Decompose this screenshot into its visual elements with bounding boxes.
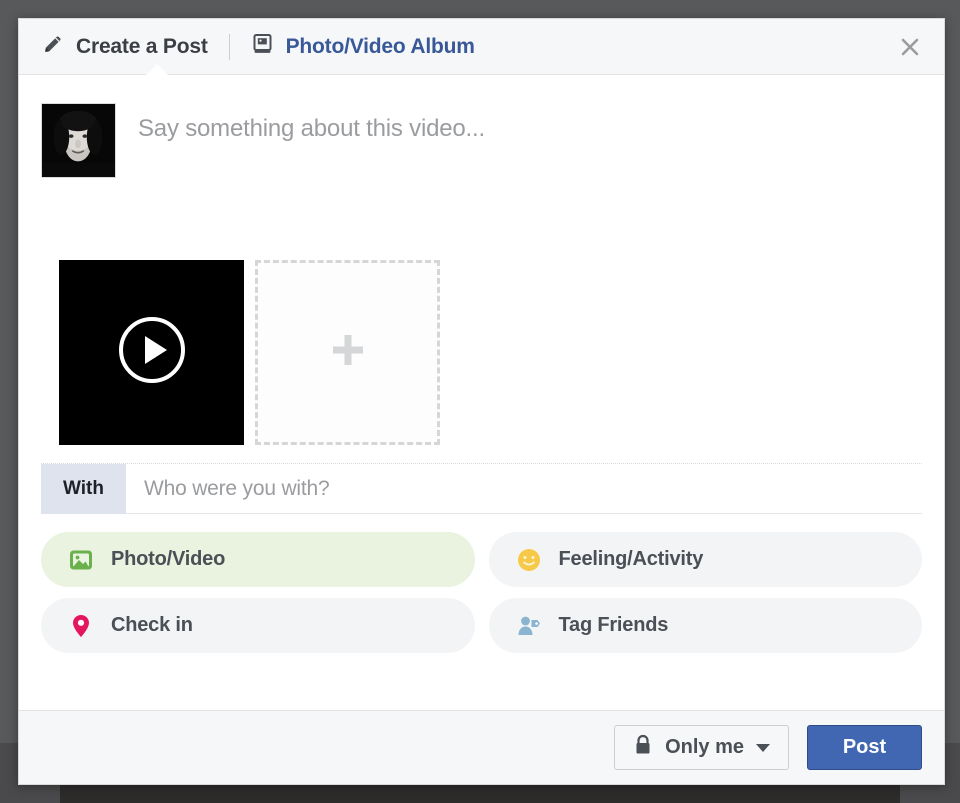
- photo-video-label: Photo/Video: [111, 548, 225, 571]
- dialog-body: Say something about this video...: [19, 75, 944, 710]
- album-icon: [251, 32, 275, 61]
- media-thumbnails-row: [41, 260, 922, 445]
- tag-friends-icon: [515, 612, 543, 640]
- feeling-activity-button[interactable]: Feeling/Activity: [489, 532, 923, 587]
- post-text-input[interactable]: Say something about this video...: [116, 103, 922, 178]
- tag-friends-button[interactable]: Tag Friends: [489, 598, 923, 653]
- close-icon[interactable]: [890, 27, 930, 67]
- tab-create-a-post[interactable]: Create a Post: [41, 19, 208, 74]
- photo-video-button[interactable]: Photo/Video: [41, 532, 475, 587]
- chevron-down-icon: [756, 744, 770, 752]
- tab-photo-video-album-label: Photo/Video Album: [286, 35, 475, 59]
- add-media-tile[interactable]: [255, 260, 440, 445]
- tab-create-a-post-label: Create a Post: [76, 35, 208, 59]
- with-row: With Who were you with?: [41, 463, 922, 514]
- post-button[interactable]: Post: [807, 725, 922, 770]
- composer-row: Say something about this video...: [41, 75, 922, 178]
- with-label: With: [41, 464, 126, 514]
- check-in-label: Check in: [111, 614, 193, 637]
- dialog-header: Create a Post Photo/Video Album: [19, 19, 944, 75]
- avatar: [41, 103, 116, 178]
- video-thumbnail[interactable]: [59, 260, 244, 445]
- tag-friends-label: Tag Friends: [559, 614, 669, 637]
- dialog-footer: Only me Post: [19, 710, 944, 784]
- privacy-label: Only me: [665, 736, 744, 759]
- location-pin-icon: [67, 612, 95, 640]
- pencil-icon: [41, 32, 65, 61]
- lock-icon: [633, 734, 653, 761]
- feeling-activity-icon: [515, 546, 543, 574]
- header-divider: [229, 34, 230, 60]
- check-in-button[interactable]: Check in: [41, 598, 475, 653]
- feeling-activity-label: Feeling/Activity: [559, 548, 704, 571]
- post-text-placeholder: Say something about this video...: [138, 115, 485, 142]
- photo-video-icon: [67, 546, 95, 574]
- with-input-placeholder: Who were you with?: [144, 477, 329, 501]
- action-buttons-grid: Photo/Video Feeling/Activity: [41, 532, 922, 675]
- with-input[interactable]: Who were you with?: [126, 464, 922, 514]
- active-tab-indicator: [146, 64, 168, 75]
- plus-icon: [323, 325, 373, 380]
- create-post-dialog: Create a Post Photo/Video Album: [18, 18, 945, 785]
- tab-photo-video-album[interactable]: Photo/Video Album: [251, 19, 475, 74]
- play-icon: [115, 313, 189, 392]
- privacy-selector[interactable]: Only me: [614, 725, 789, 770]
